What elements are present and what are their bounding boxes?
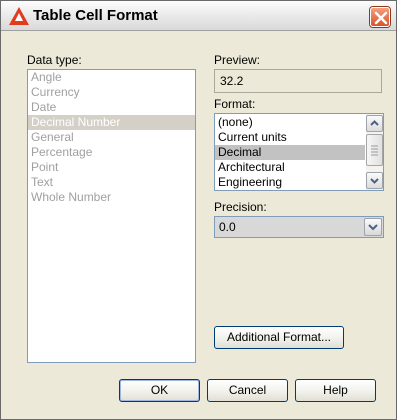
chevron-up-icon xyxy=(370,120,379,126)
data-type-item[interactable]: Decimal Number xyxy=(28,115,195,130)
close-icon xyxy=(374,11,388,25)
title-bar[interactable]: Table Cell Format xyxy=(1,1,396,31)
format-item[interactable]: Engineering xyxy=(215,175,365,190)
data-type-item[interactable]: Date xyxy=(28,100,195,115)
precision-dropdown-button[interactable] xyxy=(364,218,382,236)
data-type-item[interactable]: Whole Number xyxy=(28,190,195,205)
data-type-item[interactable]: Text xyxy=(28,175,195,190)
format-scrollbar[interactable] xyxy=(366,114,383,190)
help-button[interactable]: Help xyxy=(295,379,376,402)
close-button[interactable] xyxy=(370,7,390,27)
chevron-down-icon xyxy=(370,178,379,184)
cancel-button[interactable]: Cancel xyxy=(207,379,288,402)
data-type-item[interactable]: Angle xyxy=(28,70,195,85)
data-type-list[interactable]: Angle Currency Date Decimal Number General Pe… xyxy=(27,69,196,363)
data-type-item[interactable]: Currency xyxy=(28,85,195,100)
format-label: Format: xyxy=(214,97,256,111)
additional-format-button[interactable]: Additional Format... xyxy=(214,326,344,349)
format-list[interactable]: (none) Current units Decimal Architectural E… xyxy=(214,113,384,191)
format-item[interactable]: (none) xyxy=(215,115,365,130)
precision-dropdown[interactable]: 0.0 xyxy=(214,216,384,238)
format-item[interactable]: Fractional xyxy=(215,190,365,191)
precision-value: 0.0 xyxy=(219,220,236,234)
scroll-thumb[interactable] xyxy=(366,134,383,166)
format-item[interactable]: Current units xyxy=(215,130,365,145)
preview-value: 32.2 xyxy=(214,69,382,93)
scroll-down-button[interactable] xyxy=(366,172,383,189)
table-cell-format-dialog: Table Cell Format Data type: Angle Curren… xyxy=(0,0,397,420)
data-type-label: Data type: xyxy=(27,53,82,67)
format-item[interactable]: Architectural xyxy=(215,160,365,175)
window-title: Table Cell Format xyxy=(33,7,158,24)
autocad-logo-icon xyxy=(9,7,29,25)
ok-button[interactable]: OK xyxy=(119,379,200,402)
chevron-down-icon xyxy=(368,224,378,231)
data-type-item[interactable]: Point xyxy=(28,160,195,175)
preview-label: Preview: xyxy=(214,53,261,67)
data-type-item[interactable]: Percentage xyxy=(28,145,195,160)
scroll-up-button[interactable] xyxy=(366,115,383,132)
data-type-item[interactable]: General xyxy=(28,130,195,145)
precision-label: Precision: xyxy=(214,200,267,214)
format-item[interactable]: Decimal xyxy=(215,145,365,160)
